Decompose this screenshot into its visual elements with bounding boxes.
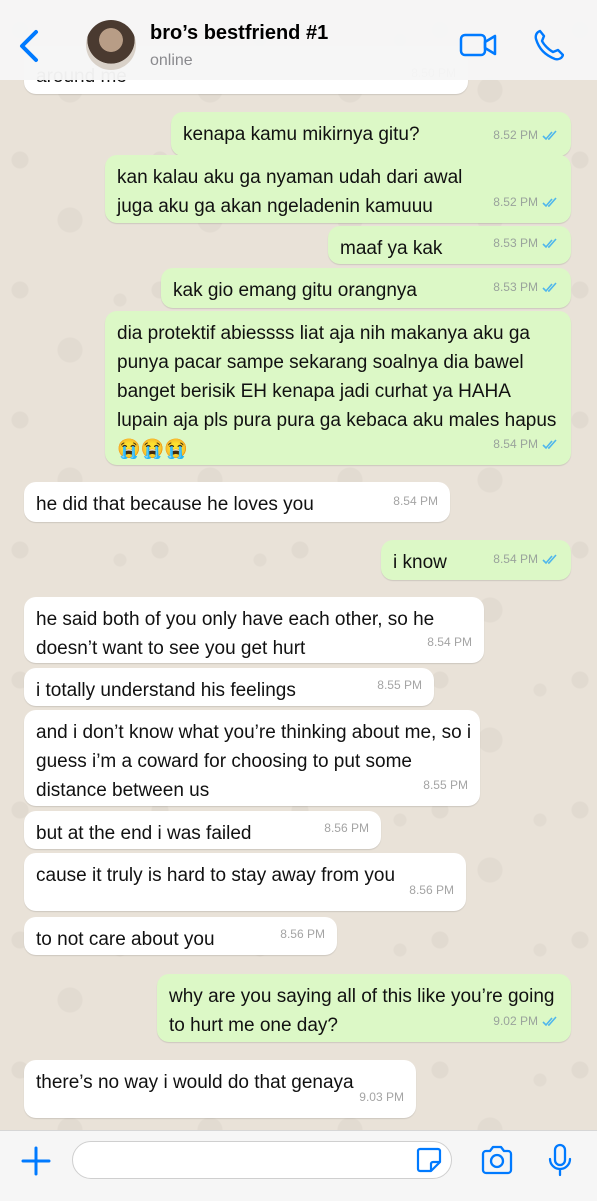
message-meta: 8.52 PM [493,121,559,150]
message-time: 8.54 PM [493,552,538,566]
message-meta: 8.54 PM [393,487,438,516]
read-ticks-icon [542,130,557,141]
message-text: he said both of you only have each other… [36,609,435,659]
message-text: dia protektif abiessss liat aja nih maka… [117,323,557,460]
message-meta: 8.52 PM [493,188,559,217]
read-ticks-icon [542,238,557,249]
message-text: but at the end i was failed [36,823,252,844]
outgoing-message[interactable]: i know 8.54 PM [381,540,571,580]
message-meta: 8.56 PM [280,920,325,949]
incoming-message[interactable]: and i don’t know what you’re thinking ab… [24,710,480,806]
message-time: 8.56 PM [280,927,325,941]
sticker-icon[interactable] [416,1147,442,1173]
plus-icon[interactable] [20,1145,52,1177]
message-meta: 8.55 PM [377,671,422,700]
read-ticks-icon [542,197,557,208]
message-meta: 8.53 PM [493,273,559,302]
message-meta: 8.55 PM [423,771,468,800]
microphone-icon[interactable] [546,1143,574,1177]
contact-status: online [150,52,193,69]
chat-header: bro’s bestfriend #1 online [0,0,597,80]
outgoing-message[interactable]: dia protektif abiessss liat aja nih maka… [105,311,571,465]
message-meta: 9.02 PM [493,1007,559,1036]
message-time: 8.52 PM [493,128,538,142]
contact-name[interactable]: bro’s bestfriend #1 [150,22,328,45]
read-ticks-icon [542,439,557,450]
outgoing-message[interactable]: kak gio emang gitu orangnya 8.53 PM [161,268,571,308]
message-text: cause it truly is hard to stay away from… [36,865,396,886]
incoming-message[interactable]: to not care about you 8.56 PM [24,917,337,955]
message-time: 8.54 PM [427,635,472,649]
incoming-message[interactable]: he said both of you only have each other… [24,597,484,663]
phone-call-icon[interactable] [532,28,564,62]
message-input[interactable] [72,1141,452,1179]
message-meta: 8.53 PM [493,229,559,258]
message-meta: 8.54 PM [427,628,472,657]
message-time: 8.53 PM [493,280,538,294]
incoming-message[interactable]: cause it truly is hard to stay away from… [24,853,466,911]
message-text: i totally understand his feelings [36,680,296,701]
message-meta: 8.54 PM [493,430,559,459]
read-ticks-icon [542,282,557,293]
message-time: 8.54 PM [493,437,538,451]
message-composer [0,1130,597,1201]
read-ticks-icon [542,554,557,565]
message-text: and i don’t know what you’re thinking ab… [36,722,472,801]
message-meta: 8.54 PM [493,545,559,574]
outgoing-message[interactable]: why are you saying all of this like you’… [157,974,571,1042]
incoming-message[interactable]: he did that because he loves you 8.54 PM [24,482,450,522]
video-call-icon[interactable] [458,30,498,60]
back-chevron-icon[interactable] [14,28,44,64]
read-ticks-icon [542,1016,557,1027]
avatar[interactable] [86,20,136,70]
message-time: 9.03 PM [359,1090,404,1104]
outgoing-message[interactable]: kenapa kamu mikirnya gitu? 8.52 PM [171,112,571,156]
outgoing-message[interactable]: maaf ya kak 8.53 PM [328,226,571,264]
message-text: kan kalau aku ga nyaman udah dari awal j… [117,167,463,217]
message-time: 8.52 PM [493,195,538,209]
incoming-message[interactable]: i totally understand his feelings 8.55 P… [24,668,434,706]
outgoing-message[interactable]: kan kalau aku ga nyaman udah dari awal j… [105,155,571,223]
message-meta: 8.56 PM [324,814,369,843]
message-list[interactable]: around me 8.50 PM kenapa kamu mikirnya g… [0,0,597,1130]
message-meta: 8.56 PM [409,876,454,905]
message-meta: 9.03 PM [359,1083,404,1112]
message-time: 8.56 PM [409,883,454,897]
message-time: 9.02 PM [493,1014,538,1028]
message-text: there’s no way i would do that genaya [36,1072,354,1093]
incoming-message[interactable]: there’s no way i would do that genaya 9.… [24,1060,416,1118]
message-text: he did that because he loves you [36,494,314,515]
camera-icon[interactable] [480,1145,514,1175]
message-time: 8.54 PM [393,494,438,508]
incoming-message[interactable]: but at the end i was failed 8.56 PM [24,811,381,849]
message-time: 8.56 PM [324,821,369,835]
message-time: 8.55 PM [423,778,468,792]
message-time: 8.55 PM [377,678,422,692]
message-time: 8.53 PM [493,236,538,250]
